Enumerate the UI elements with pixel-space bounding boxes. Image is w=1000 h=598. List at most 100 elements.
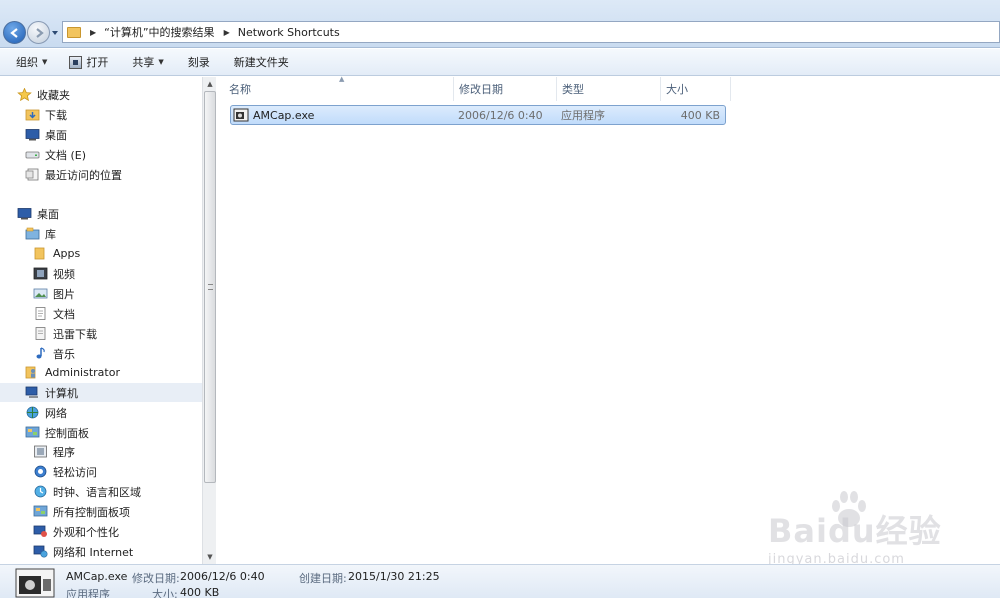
nav-item-appearance[interactable]: 外观和个性化 xyxy=(0,522,202,541)
nav-item-desktop[interactable]: 桌面 xyxy=(0,204,202,223)
breadcrumb-network-shortcuts[interactable]: Network Shortcuts xyxy=(238,26,340,39)
details-modified-label: 修改日期: xyxy=(132,572,180,585)
chevron-right-icon[interactable]: ▶ xyxy=(90,28,96,37)
file-size: 400 KB xyxy=(680,108,720,122)
sort-ascending-icon: ▲ xyxy=(339,75,345,83)
nav-item-label: 控制面板 xyxy=(45,426,89,440)
nav-item-network-internet[interactable]: 网络和 Internet xyxy=(0,542,202,561)
address-box[interactable]: ▶ “计算机”中的搜索结果 ▶ Network Shortcuts xyxy=(62,21,1000,43)
nav-item-label: 收藏夹 xyxy=(37,88,70,102)
nav-item-favorites[interactable]: 收藏夹 xyxy=(0,85,202,104)
column-header-type[interactable]: 类型 xyxy=(557,77,661,101)
nav-item-recent-places[interactable]: 最近访问的位置 xyxy=(0,165,202,184)
appearance-icon xyxy=(33,525,48,538)
nav-item-label: 迅雷下载 xyxy=(53,327,97,341)
open-button[interactable]: 打开 xyxy=(55,49,116,76)
nav-item-clock-language[interactable]: 时钟、语言和区域 xyxy=(0,482,202,501)
download-icon xyxy=(33,327,48,340)
organize-label: 组织 xyxy=(16,56,38,69)
open-label: 打开 xyxy=(86,56,109,69)
nav-item-all-control-panel[interactable]: 所有控制面板项 xyxy=(0,502,202,521)
nav-item-label: 视频 xyxy=(53,267,75,281)
nav-item-label: 下载 xyxy=(45,108,67,122)
documents-icon xyxy=(33,307,48,320)
scroll-up-icon[interactable]: ▲ xyxy=(203,77,217,91)
nav-item-programs[interactable]: 程序 xyxy=(0,442,202,461)
organize-button[interactable]: 组织 ▼ xyxy=(0,49,55,76)
burn-label: 刻录 xyxy=(187,56,210,69)
column-header-name[interactable]: ▲ 名称 xyxy=(216,75,454,101)
forward-button[interactable] xyxy=(27,21,50,44)
details-created-value: 2015/1/30 21:25 xyxy=(348,570,440,583)
nav-item-documents-e[interactable]: 文档 (E) xyxy=(0,145,202,164)
control-panel-icon xyxy=(25,426,40,439)
nav-item-computer[interactable]: 计算机 xyxy=(0,383,202,402)
folder-icon xyxy=(67,26,81,38)
computer-icon xyxy=(25,386,40,399)
nav-item-network[interactable]: 网络 xyxy=(0,403,202,422)
file-list: ▲ 名称 修改日期 类型 大小 AMCap.exe 2006/12/6 0:40… xyxy=(216,75,1000,564)
application-large-icon xyxy=(15,568,55,598)
library-icon xyxy=(25,227,40,240)
nav-item-label: 库 xyxy=(45,227,56,241)
chevron-down-icon: ▼ xyxy=(158,58,164,66)
arrow-right-icon xyxy=(35,27,44,38)
file-row-amcap[interactable]: AMCap.exe 2006/12/6 0:40 应用程序 400 KB xyxy=(230,105,726,125)
nav-item-label: 网络和 Internet xyxy=(53,545,134,559)
nav-item-libraries[interactable]: 库 xyxy=(0,224,202,243)
column-header-size[interactable]: 大小 xyxy=(661,77,731,101)
star-icon xyxy=(17,88,32,101)
nav-item-music[interactable]: 音乐 xyxy=(0,344,202,363)
nav-item-xunlei-downloads[interactable]: 迅雷下载 xyxy=(0,324,202,343)
recent-pages-dropdown-icon[interactable] xyxy=(51,29,59,37)
nav-item-desktop-fav[interactable]: 桌面 xyxy=(0,125,202,144)
details-size-value: 400 KB xyxy=(180,586,220,598)
nav-item-administrator[interactable]: Administrator xyxy=(0,363,202,382)
details-type-value: 应用程序 xyxy=(66,588,110,598)
nav-item-videos[interactable]: 视频 xyxy=(0,264,202,283)
nav-item-documents[interactable]: 文档 xyxy=(0,304,202,323)
nav-item-label: 网络 xyxy=(45,406,67,420)
nav-item-apps[interactable]: Apps xyxy=(0,244,202,263)
network-icon xyxy=(25,406,40,419)
video-icon xyxy=(33,267,48,280)
programs-icon xyxy=(33,445,48,458)
nav-scrollbar[interactable]: ▲ ▼ xyxy=(202,77,216,564)
nav-item-ease-of-access[interactable]: 轻松访问 xyxy=(0,462,202,481)
share-button[interactable]: 共享 ▼ xyxy=(116,49,171,76)
music-icon xyxy=(33,347,48,360)
column-headers: ▲ 名称 修改日期 类型 大小 xyxy=(216,75,1000,101)
new-folder-label: 新建文件夹 xyxy=(233,56,289,69)
nav-item-control-panel[interactable]: 控制面板 xyxy=(0,423,202,442)
file-name: AMCap.exe xyxy=(253,108,315,122)
nav-item-label: 桌面 xyxy=(37,207,59,221)
scroll-down-icon[interactable]: ▼ xyxy=(203,550,217,564)
back-button[interactable] xyxy=(3,21,26,44)
downloads-folder-icon xyxy=(25,108,40,121)
share-label: 共享 xyxy=(132,56,155,69)
nav-item-label: 外观和个性化 xyxy=(53,525,119,539)
all-control-panel-icon xyxy=(33,505,48,518)
network-internet-icon xyxy=(33,545,48,558)
drive-icon xyxy=(25,148,40,161)
breadcrumb-search-results[interactable]: “计算机”中的搜索结果 xyxy=(104,24,214,40)
column-header-date[interactable]: 修改日期 xyxy=(454,77,557,101)
nav-item-label: 程序 xyxy=(53,445,75,459)
new-folder-button[interactable]: 新建文件夹 xyxy=(218,49,297,76)
details-modified-value: 2006/12/6 0:40 xyxy=(180,570,265,583)
chevron-right-icon[interactable]: ▶ xyxy=(224,28,230,37)
desktop-icon xyxy=(17,207,32,220)
scroll-thumb[interactable] xyxy=(204,91,216,483)
chevron-down-icon: ▼ xyxy=(42,58,48,66)
app-window-icon xyxy=(69,55,83,69)
burn-button[interactable]: 刻录 xyxy=(172,49,218,76)
nav-item-pictures[interactable]: 图片 xyxy=(0,284,202,303)
nav-item-label: Apps xyxy=(53,247,81,260)
nav-item-label: 图片 xyxy=(53,287,75,301)
nav-item-label: 桌面 xyxy=(45,128,67,142)
nav-item-label: 计算机 xyxy=(45,386,78,400)
pictures-icon xyxy=(33,287,48,300)
ease-of-access-icon xyxy=(33,465,48,478)
nav-item-downloads[interactable]: 下载 xyxy=(0,105,202,124)
application-icon xyxy=(233,108,249,122)
